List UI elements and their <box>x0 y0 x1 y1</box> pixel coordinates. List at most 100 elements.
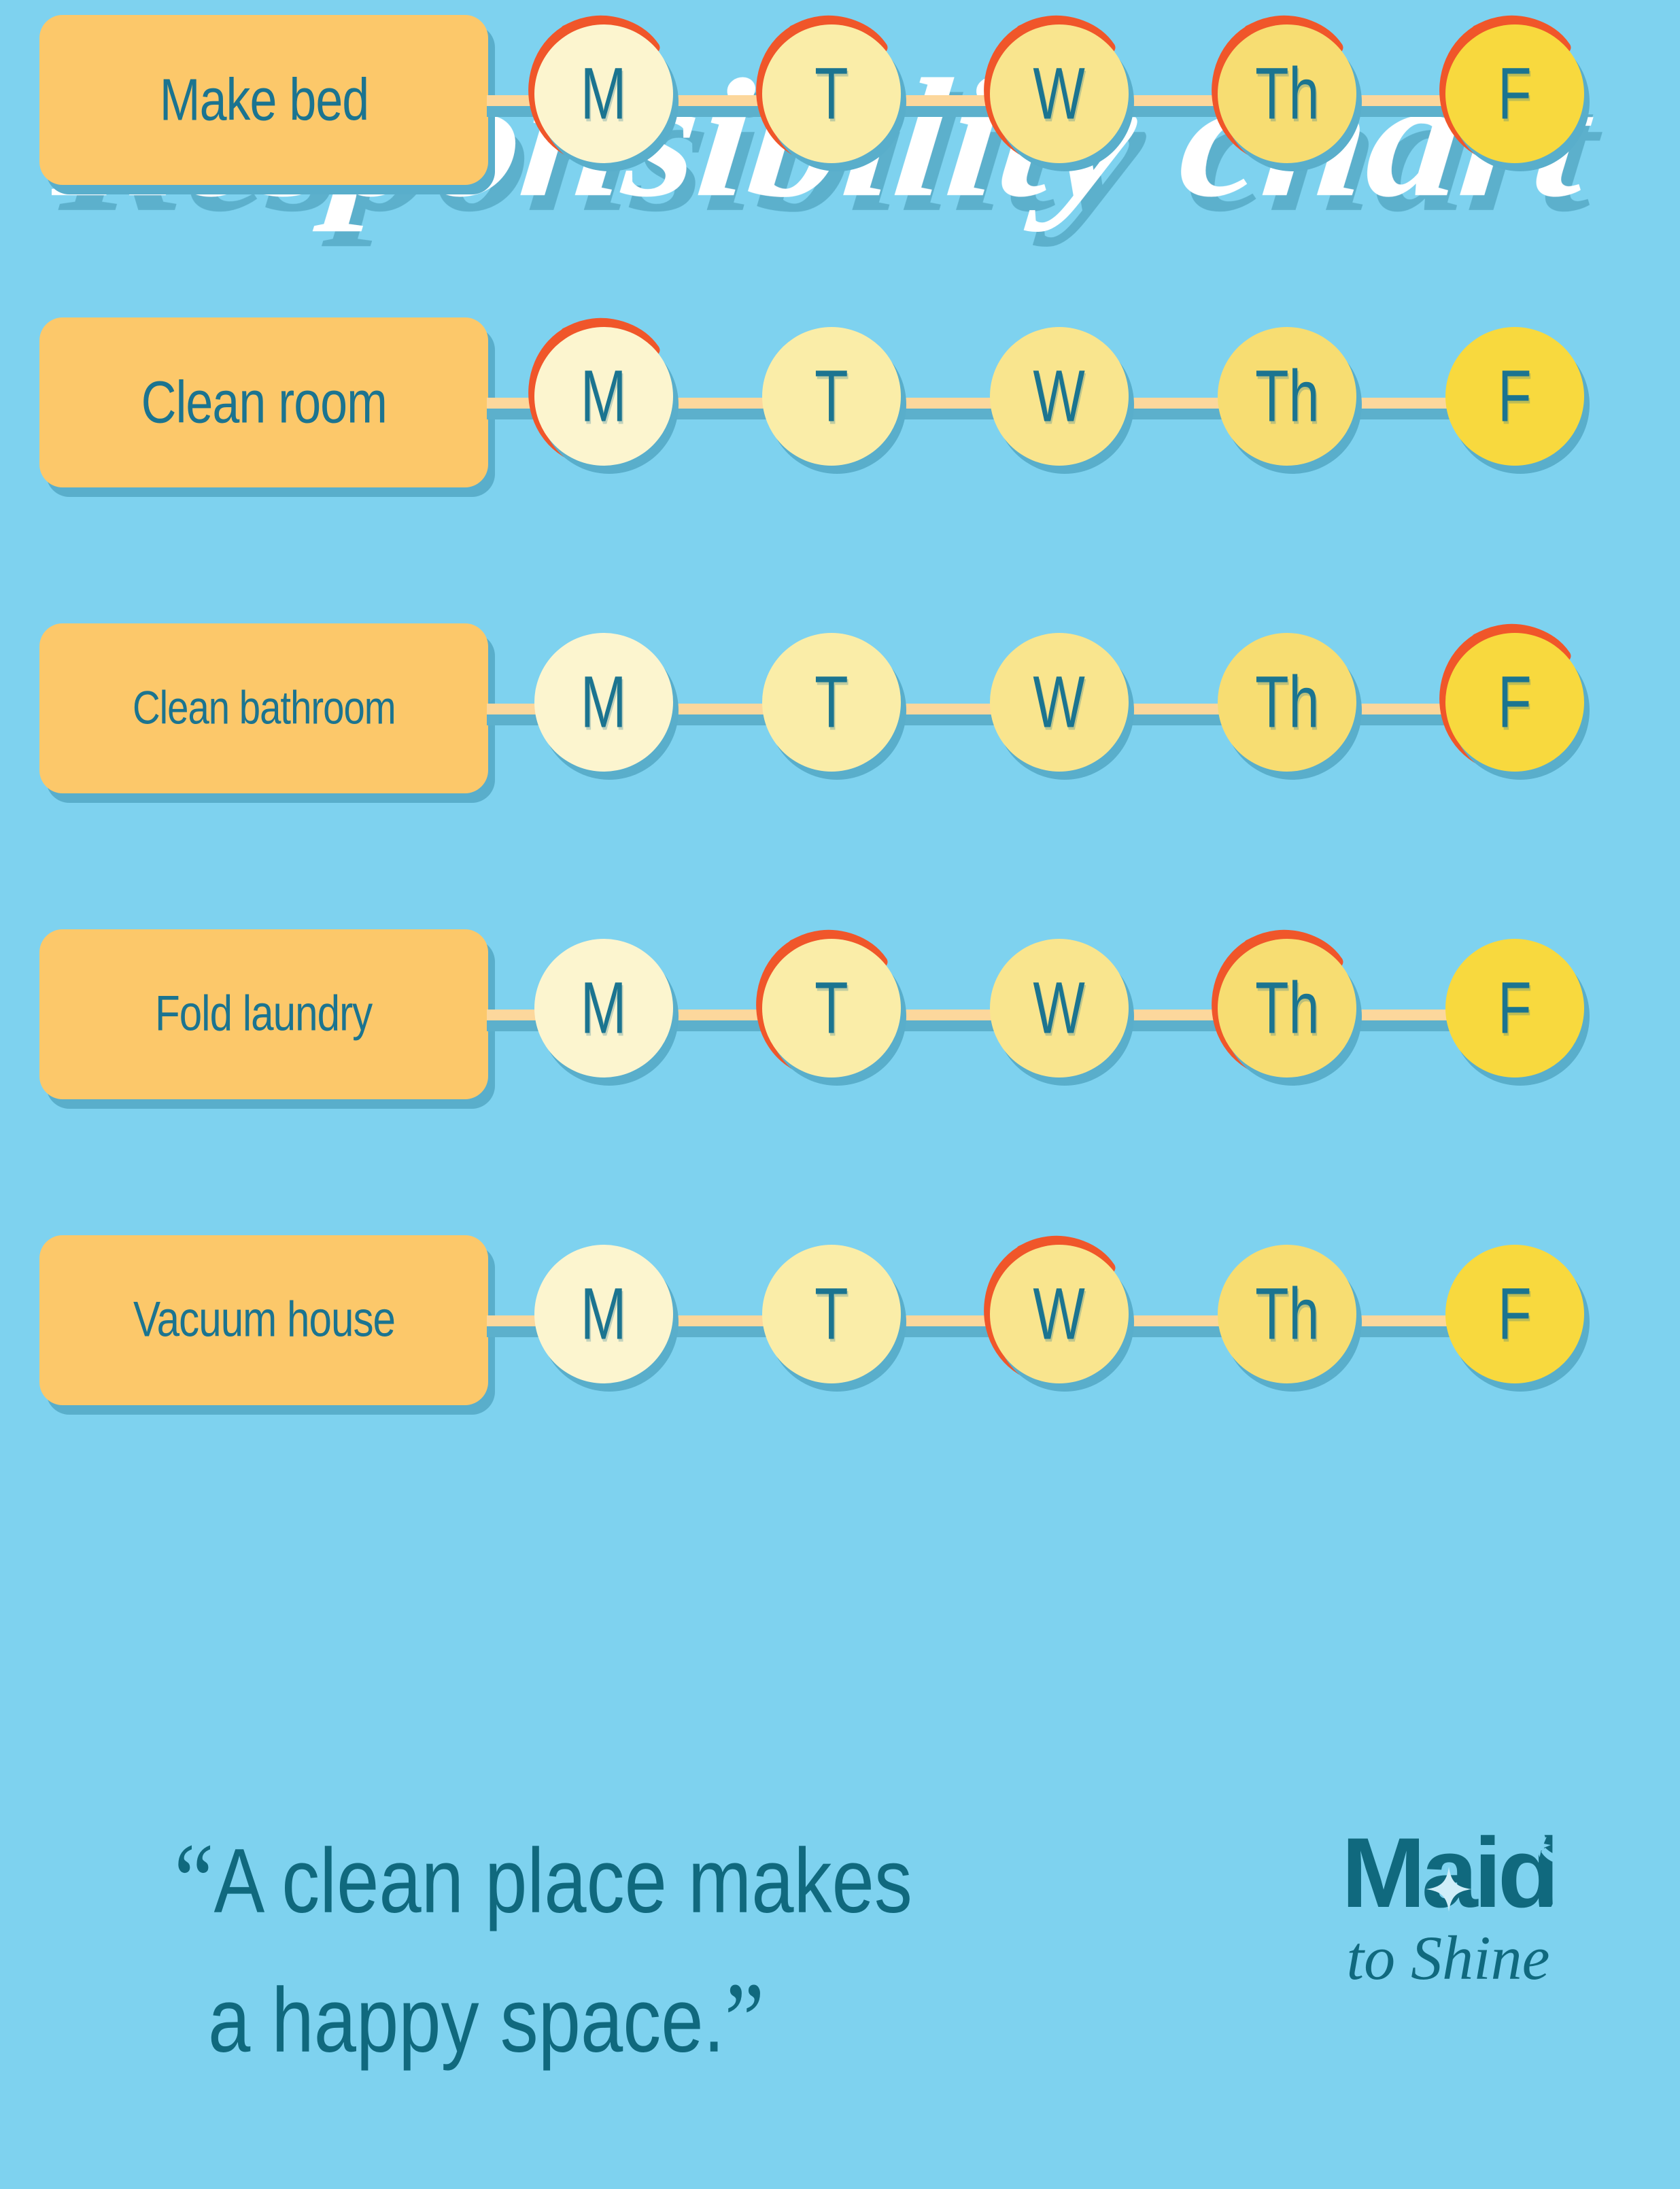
day-bubble[interactable]: M <box>534 1245 673 1383</box>
task-label-chip[interactable]: Clean bathroom <box>39 623 488 793</box>
day-label: M <box>581 967 627 1049</box>
day-bubble[interactable]: Th <box>1218 1245 1356 1383</box>
open-quote-mark: “ <box>174 1821 214 1941</box>
day-bubble[interactable]: T <box>762 24 901 163</box>
brand-logo: Maid to Shine <box>1271 1823 1625 1989</box>
day-label: Th <box>1254 355 1320 437</box>
task-label-chip[interactable]: Vacuum house <box>39 1235 488 1405</box>
day-cell[interactable]: T <box>744 621 919 795</box>
day-cell[interactable]: W <box>972 315 1146 489</box>
task-row: Make bed M T W Th F <box>0 0 1680 204</box>
day-cell[interactable]: T <box>744 927 919 1101</box>
day-label: W <box>1033 1273 1086 1355</box>
day-track: M T W Th F <box>517 608 1645 812</box>
day-bubble[interactable]: Th <box>1218 327 1356 466</box>
maid-silhouette-icon <box>1526 1834 1583 1913</box>
quote-text-2: a happy space. <box>208 1969 725 2071</box>
day-cell[interactable]: M <box>517 1233 691 1407</box>
day-label: F <box>1498 355 1532 437</box>
day-cell[interactable]: Th <box>1200 1233 1374 1407</box>
day-cell[interactable]: M <box>517 12 691 186</box>
day-bubble[interactable]: M <box>534 939 673 1078</box>
day-label: Th <box>1254 661 1320 743</box>
day-cell[interactable]: Th <box>1200 12 1374 186</box>
day-cell[interactable]: W <box>972 12 1146 186</box>
day-bubble[interactable]: M <box>534 24 673 163</box>
day-cell[interactable]: M <box>517 315 691 489</box>
responsibility-chart-poster: Responsibility chart Make bedMTWThFClean… <box>0 0 1680 2189</box>
task-row: Clean bathroom M T W Th F <box>0 608 1680 812</box>
task-row: Vacuum house M T W Th F <box>0 1220 1680 1424</box>
day-label: F <box>1498 52 1532 135</box>
day-cell[interactable]: T <box>744 12 919 186</box>
day-label: T <box>815 661 848 743</box>
day-label: F <box>1498 1273 1532 1355</box>
task-label-chip[interactable]: Clean room <box>39 317 488 487</box>
day-bubble[interactable]: Th <box>1218 633 1356 772</box>
task-row: Fold laundry M T W Th F <box>0 914 1680 1118</box>
day-bubble[interactable]: F <box>1445 633 1584 772</box>
day-cell[interactable]: M <box>517 621 691 795</box>
day-label: T <box>815 967 848 1049</box>
quote-text-1: A clean place makes <box>213 1829 912 1932</box>
day-bubble[interactable]: T <box>762 1245 901 1383</box>
day-track: M T W Th F <box>517 1220 1645 1424</box>
task-label-text: Vacuum house <box>133 1292 395 1348</box>
day-bubble[interactable]: T <box>762 327 901 466</box>
day-bubble[interactable]: W <box>990 327 1129 466</box>
day-bubble[interactable]: W <box>990 24 1129 163</box>
day-bubble[interactable]: T <box>762 939 901 1078</box>
day-label: Th <box>1254 52 1320 135</box>
day-label: M <box>581 661 627 743</box>
day-bubble[interactable]: F <box>1445 1245 1584 1383</box>
day-bubble[interactable]: Th <box>1218 24 1356 163</box>
day-cell[interactable]: F <box>1428 1233 1602 1407</box>
task-label-chip[interactable]: Fold laundry <box>39 929 488 1099</box>
day-label: W <box>1033 355 1086 437</box>
task-label-text: Clean bathroom <box>132 682 396 734</box>
day-track: M T W Th F <box>517 914 1645 1118</box>
day-bubble[interactable]: Th <box>1218 939 1356 1078</box>
day-bubble[interactable]: W <box>990 939 1129 1078</box>
sparkle-x-icon <box>1426 1867 1472 1912</box>
day-label: M <box>581 355 627 437</box>
day-cell[interactable]: F <box>1428 12 1602 186</box>
day-label: W <box>1033 967 1086 1049</box>
day-bubble[interactable]: F <box>1445 327 1584 466</box>
day-bubble[interactable]: F <box>1445 939 1584 1078</box>
day-bubble[interactable]: M <box>534 327 673 466</box>
day-cell[interactable]: F <box>1428 927 1602 1101</box>
quote-line-1: “A clean place makes <box>156 1819 1129 1944</box>
day-cell[interactable]: F <box>1428 621 1602 795</box>
task-label-text: Make bed <box>159 66 368 133</box>
day-cell[interactable]: T <box>744 1233 919 1407</box>
day-label: Th <box>1254 967 1320 1049</box>
day-cell[interactable]: W <box>972 927 1146 1101</box>
day-cell[interactable]: Th <box>1200 927 1374 1101</box>
task-label-chip[interactable]: Make bed <box>39 15 488 185</box>
day-bubble[interactable]: W <box>990 633 1129 772</box>
day-bubble[interactable]: W <box>990 1245 1129 1383</box>
day-cell[interactable]: W <box>972 1233 1146 1407</box>
logo-wordmark: Maid <box>1341 1823 1583 1923</box>
task-row: Clean room M T W Th F <box>0 303 1680 506</box>
day-label: F <box>1498 661 1532 743</box>
day-bubble[interactable]: F <box>1445 24 1584 163</box>
day-cell[interactable]: M <box>517 927 691 1101</box>
day-label: M <box>581 52 627 135</box>
day-label: W <box>1033 661 1086 743</box>
day-cell[interactable]: W <box>972 621 1146 795</box>
day-cell[interactable]: Th <box>1200 315 1374 489</box>
logo-tagline: to Shine <box>1346 1923 1550 1993</box>
task-label-text: Clean room <box>141 368 387 436</box>
day-bubble[interactable]: M <box>534 633 673 772</box>
day-cell[interactable]: Th <box>1200 621 1374 795</box>
day-label: T <box>815 355 848 437</box>
day-bubble[interactable]: T <box>762 633 901 772</box>
day-track: M T W Th F <box>517 0 1645 204</box>
day-cell[interactable]: F <box>1428 315 1602 489</box>
day-label: W <box>1033 52 1086 135</box>
day-track: M T W Th F <box>517 303 1645 506</box>
day-cell[interactable]: T <box>744 315 919 489</box>
quote-block: “A clean place makes a happy space.” <box>156 1821 1129 2080</box>
